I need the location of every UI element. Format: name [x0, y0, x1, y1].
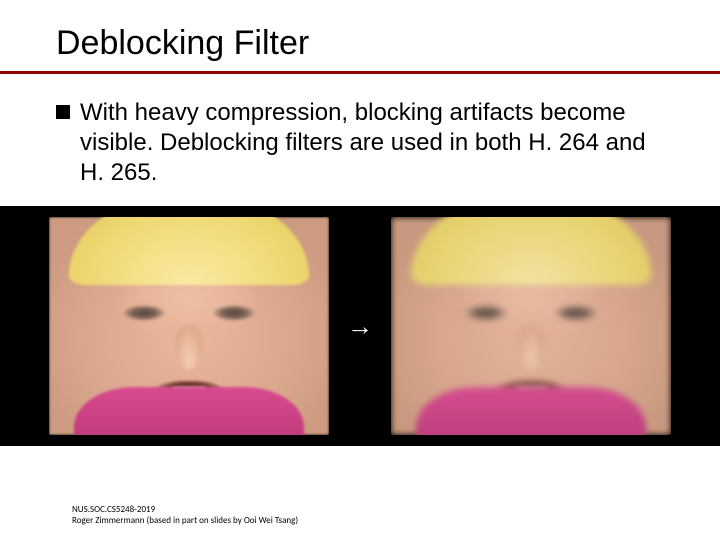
eye-left-placeholder [465, 305, 507, 321]
helmet-placeholder [411, 217, 651, 285]
image-before-deblocking [49, 217, 329, 435]
page-title: Deblocking Filter [56, 24, 664, 71]
square-bullet-icon [56, 105, 70, 119]
bullet-item: With heavy compression, blocking artifac… [56, 98, 664, 188]
comparison-figure: → [0, 206, 720, 446]
eye-right-placeholder [555, 305, 597, 321]
footer-line-1: NUS.SOC.CS5248-2019 [72, 504, 298, 515]
eye-left-placeholder [123, 305, 165, 321]
helmet-placeholder [69, 217, 309, 285]
body-area: With heavy compression, blocking artifac… [56, 74, 664, 188]
arrow-right-icon: → [347, 313, 373, 339]
nose-placeholder [175, 325, 203, 369]
slide: Deblocking Filter With heavy compression… [0, 0, 720, 540]
collar-placeholder [74, 387, 304, 435]
collar-placeholder [416, 387, 646, 435]
image-after-deblocking [391, 217, 671, 435]
slide-footer: NUS.SOC.CS5248-2019 Roger Zimmermann (ba… [72, 504, 298, 527]
footer-line-2: Roger Zimmermann (based in part on slide… [72, 515, 298, 526]
nose-placeholder [517, 325, 545, 369]
bullet-text: With heavy compression, blocking artifac… [80, 98, 664, 188]
eye-right-placeholder [213, 305, 255, 321]
